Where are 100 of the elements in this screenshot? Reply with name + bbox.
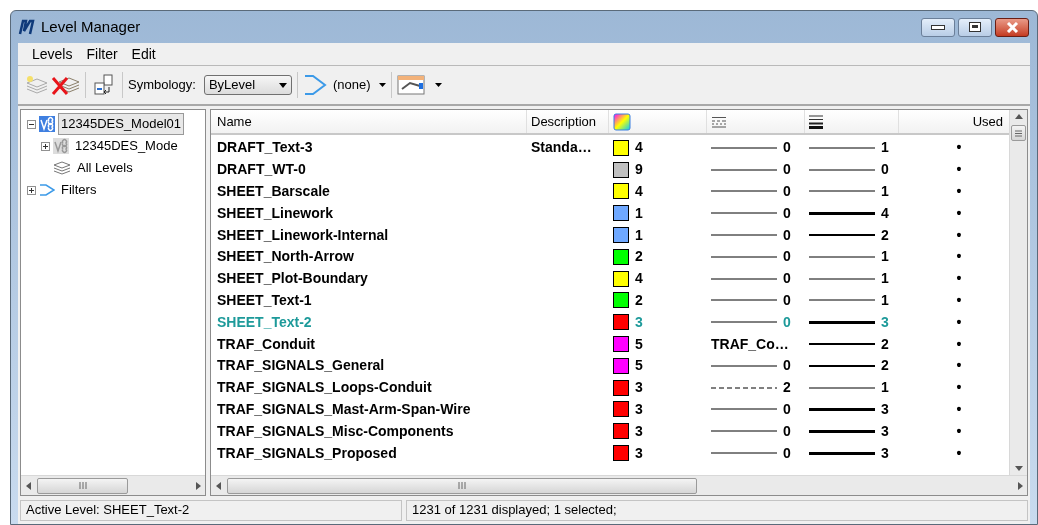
used-indicator: • bbox=[956, 334, 962, 354]
level-row[interactable]: TRAF_SIGNALS_Loops-Conduit 3 2 1 • bbox=[211, 376, 1009, 399]
line-style-number: 0 bbox=[783, 160, 791, 180]
model-icon bbox=[39, 116, 55, 132]
used-indicator: • bbox=[956, 356, 962, 376]
line-style-number: 0 bbox=[783, 138, 791, 158]
level-name: TRAF_SIGNALS_Proposed bbox=[216, 443, 398, 463]
used-indicator: • bbox=[956, 269, 962, 289]
level-row[interactable]: DRAFT_Text-3 Standa… 4 0 1 • bbox=[211, 137, 1009, 159]
line-sample-icon bbox=[809, 299, 875, 302]
line-sample-icon bbox=[809, 255, 875, 258]
line-style-number: 0 bbox=[783, 443, 791, 463]
level-display-button[interactable] bbox=[396, 73, 442, 97]
level-row[interactable]: SHEET_Linework-Internal 1 0 2 • bbox=[211, 224, 1009, 246]
scroll-up-icon[interactable] bbox=[1014, 114, 1023, 119]
tree-item[interactable]: All Levels bbox=[74, 157, 136, 179]
horizontal-scrollbar[interactable] bbox=[21, 475, 205, 495]
maximize-button[interactable] bbox=[958, 17, 992, 37]
line-weight-number: 3 bbox=[881, 443, 889, 463]
line-sample-icon bbox=[809, 277, 875, 280]
scroll-thumb[interactable] bbox=[227, 477, 698, 494]
line-weight-number: 1 bbox=[881, 290, 889, 310]
scroll-thumb[interactable] bbox=[1011, 125, 1026, 141]
level-name: SHEET_Text-1 bbox=[216, 290, 313, 310]
line-style-number: 0 bbox=[783, 182, 791, 201]
line-sample-icon bbox=[809, 146, 875, 149]
level-name: SHEET_North-Arrow bbox=[216, 247, 355, 267]
color-number: 2 bbox=[635, 247, 643, 267]
status-count: 1231 of 1231 displayed; 1 selected; bbox=[406, 499, 1028, 521]
level-row[interactable]: TRAF_SIGNALS_Misc-Components 3 0 3 • bbox=[211, 420, 1009, 443]
level-name: TRAF_SIGNALS_Loops-Conduit bbox=[216, 378, 433, 398]
close-button[interactable] bbox=[995, 17, 1029, 37]
line-sample-icon bbox=[711, 364, 777, 367]
line-sample-icon bbox=[711, 430, 777, 433]
line-weight-icon[interactable] bbox=[809, 114, 823, 129]
color-number: 5 bbox=[635, 334, 643, 354]
line-sample-icon bbox=[809, 168, 875, 171]
symbology-dropdown[interactable]: ByLevel bbox=[203, 75, 292, 95]
minimize-button[interactable] bbox=[921, 17, 955, 37]
used-indicator: • bbox=[956, 399, 962, 419]
line-style-number: 0 bbox=[783, 312, 791, 332]
column-header[interactable]: Name bbox=[211, 110, 527, 133]
level-row[interactable]: DRAFT_WT-0 9 0 0 • bbox=[211, 158, 1009, 181]
horizontal-scrollbar[interactable] bbox=[211, 475, 1027, 495]
level-row[interactable]: TRAF_SIGNALS_Proposed 3 0 3 • bbox=[211, 442, 1009, 464]
line-sample-icon bbox=[711, 168, 777, 171]
color-number: 1 bbox=[635, 225, 643, 245]
line-style-icon[interactable] bbox=[711, 115, 727, 128]
level-name: SHEET_Linework bbox=[216, 203, 334, 223]
level-row[interactable]: TRAF_Conduit 5 TRAF_Co… 2 • bbox=[211, 333, 1009, 355]
used-indicator: • bbox=[956, 225, 962, 245]
color-number: 4 bbox=[635, 138, 643, 158]
line-weight-number: 2 bbox=[881, 334, 889, 354]
line-sample-icon bbox=[809, 211, 875, 215]
symbology-label: Symbology: bbox=[128, 76, 196, 95]
line-sample-icon bbox=[711, 255, 777, 258]
caret-icon bbox=[278, 82, 287, 88]
column-header[interactable]: Description bbox=[527, 110, 609, 133]
level-row[interactable]: SHEET_Barscale 4 0 1 • bbox=[211, 180, 1009, 203]
level-name: DRAFT_Text-3 bbox=[216, 138, 314, 158]
line-style-number: 0 bbox=[783, 247, 791, 267]
scroll-down-icon[interactable] bbox=[1014, 466, 1023, 471]
collapse-icon[interactable] bbox=[27, 119, 36, 129]
tree-item[interactable]: 12345DES_Mode bbox=[72, 135, 181, 157]
color-palette-icon[interactable] bbox=[613, 112, 631, 131]
level-row[interactable]: SHEET_Linework 1 0 4 • bbox=[211, 202, 1009, 225]
line-style-number: 0 bbox=[783, 421, 791, 441]
tree-item[interactable]: Filters bbox=[58, 179, 100, 201]
menu-item[interactable]: Filter bbox=[80, 43, 124, 65]
line-sample-icon bbox=[711, 190, 777, 193]
column-header[interactable]: Used bbox=[899, 110, 1009, 133]
scroll-right-icon[interactable] bbox=[193, 480, 203, 491]
used-indicator: • bbox=[956, 290, 962, 310]
vertical-scrollbar[interactable] bbox=[1009, 110, 1027, 475]
line-sample-icon bbox=[809, 429, 875, 433]
line-style-number: 0 bbox=[783, 356, 791, 376]
line-style-name: TRAF_Co… bbox=[711, 334, 789, 354]
expand-icon[interactable] bbox=[27, 185, 36, 195]
level-row[interactable]: SHEET_Plot-Boundary 4 0 1 • bbox=[211, 267, 1009, 290]
scroll-thumb[interactable] bbox=[37, 477, 129, 494]
line-weight-number: 3 bbox=[881, 399, 889, 419]
menu-item[interactable]: Levels bbox=[26, 43, 79, 65]
line-sample-icon bbox=[809, 320, 875, 324]
expand-icon[interactable] bbox=[41, 141, 50, 151]
level-row[interactable]: SHEET_Text-1 2 0 1 • bbox=[211, 289, 1009, 312]
line-style-number: 0 bbox=[783, 269, 791, 289]
scroll-right-icon[interactable] bbox=[1015, 480, 1025, 491]
filter-dropdown[interactable]: (none) bbox=[332, 74, 386, 96]
level-name: SHEET_Barscale bbox=[216, 182, 331, 201]
level-row[interactable]: SHEET_Text-2 3 0 3 • bbox=[211, 311, 1009, 334]
line-style-number: 0 bbox=[783, 225, 791, 245]
level-row[interactable]: SHEET_North-Arrow 2 0 1 • bbox=[211, 246, 1009, 268]
level-name: SHEET_Text-2 bbox=[216, 312, 313, 332]
line-weight-number: 2 bbox=[881, 225, 889, 245]
level-row[interactable]: TRAF_SIGNALS_Mast-Arm-Span-Wire 3 0 3 • bbox=[211, 398, 1009, 421]
menu-item[interactable]: Edit bbox=[125, 43, 162, 65]
color-number: 3 bbox=[635, 443, 643, 463]
level-row[interactable]: TRAF_SIGNALS_General 5 0 2 • bbox=[211, 354, 1009, 377]
tree-item[interactable]: 12345DES_Model01 bbox=[58, 113, 184, 135]
color-number: 4 bbox=[635, 269, 643, 289]
